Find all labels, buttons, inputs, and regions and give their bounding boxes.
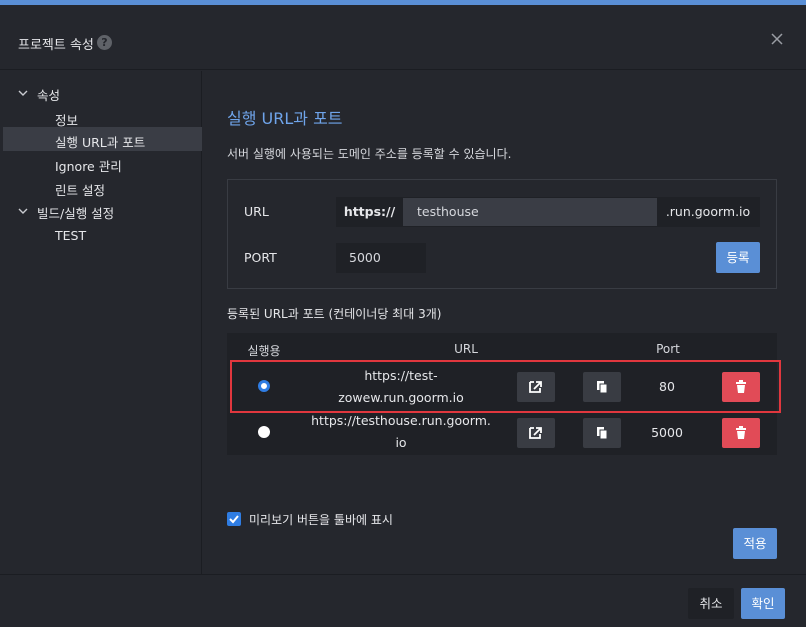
tree-group-build-run[interactable]: 빌드/실행 설정 — [3, 199, 202, 223]
tree-group-label: 빌드/실행 설정 — [37, 206, 115, 221]
sidebar-item-label: 린트 설정 — [55, 183, 105, 198]
chevron-down-icon — [18, 90, 28, 96]
sidebar-item-ignore[interactable]: Ignore 관리 — [3, 151, 202, 175]
row-url: https://testhouse.run.goorm. io — [311, 410, 491, 454]
copy-button[interactable] — [583, 418, 621, 448]
row-url-line: https://testhouse.run.goorm. — [311, 413, 491, 428]
dialog-header: 프로젝트 속성 ? — [0, 10, 806, 70]
help-icon[interactable]: ? — [97, 35, 112, 50]
checkmark-icon — [229, 515, 239, 524]
sidebar-item-label: TEST — [55, 228, 87, 243]
url-subdomain-input[interactable]: testhouse — [403, 198, 657, 226]
confirm-button[interactable]: 확인 — [741, 588, 785, 619]
sidebar: 속성 정보 실행 URL과 포트 Ignore 관리 린트 설정 빌드/실행 설… — [3, 71, 202, 574]
project-properties-dialog: 프로젝트 속성 ? 속성 정보 실행 URL과 포트 Ignore 관리 린트 … — [0, 0, 806, 627]
column-header-active: 실행용 — [247, 344, 281, 358]
row-url-line: io — [395, 435, 407, 450]
sidebar-item-lint[interactable]: 린트 설정 — [3, 175, 202, 199]
external-link-icon — [529, 427, 542, 439]
url-label: URL — [244, 204, 269, 219]
sidebar-item-info[interactable]: 정보 — [3, 105, 202, 129]
chevron-down-icon — [18, 208, 28, 214]
close-icon[interactable] — [770, 32, 784, 46]
preview-checkbox[interactable] — [227, 512, 241, 526]
copy-icon — [597, 427, 608, 440]
table-header: 실행용 URL Port — [227, 333, 777, 361]
active-radio[interactable] — [258, 426, 270, 438]
tree-group-label: 속성 — [37, 88, 61, 103]
delete-button[interactable] — [722, 418, 760, 448]
register-button[interactable]: 등록 — [716, 242, 760, 273]
registered-list-title: 등록된 URL과 포트 (컨테이너당 최대 3개) — [227, 307, 442, 321]
table-row: https://testhouse.run.goorm. io 5000 — [227, 410, 777, 456]
sidebar-item-label: 실행 URL과 포트 — [55, 135, 146, 150]
dialog-footer: 취소 확인 — [0, 574, 806, 627]
sidebar-item-test[interactable]: TEST — [3, 223, 202, 247]
row-port: 5000 — [651, 425, 683, 440]
section-description: 서버 실행에 사용되는 도메인 주소를 등록할 수 있습니다. — [227, 147, 512, 161]
sidebar-item-label: Ignore 관리 — [55, 159, 122, 174]
url-suffix: .run.goorm.io — [657, 198, 759, 226]
main-panel: 실행 URL과 포트 서버 실행에 사용되는 도메인 주소를 등록할 수 있습니… — [203, 71, 803, 574]
preview-checkbox-label: 미리보기 버튼을 툴바에 표시 — [249, 513, 393, 527]
port-label: PORT — [244, 250, 277, 265]
sidebar-item-run-url-port[interactable]: 실행 URL과 포트 — [3, 127, 202, 151]
url-input-group: https:// testhouse .run.goorm.io — [336, 197, 760, 227]
cancel-button[interactable]: 취소 — [688, 588, 734, 619]
dialog-title: 프로젝트 속성 — [18, 38, 94, 53]
tree-group-properties[interactable]: 속성 — [3, 81, 202, 105]
url-prefix: https:// — [337, 198, 403, 226]
column-header-url: URL — [454, 342, 478, 356]
open-link-button[interactable] — [517, 418, 555, 448]
port-input[interactable]: 5000 — [336, 243, 426, 273]
section-title: 실행 URL과 포트 — [227, 109, 343, 128]
apply-button[interactable]: 적용 — [733, 528, 777, 559]
trash-icon — [736, 426, 746, 439]
column-header-port: Port — [656, 342, 680, 356]
url-port-form: URL https:// testhouse .run.goorm.io POR… — [227, 179, 777, 289]
selected-row-highlight — [230, 360, 781, 413]
